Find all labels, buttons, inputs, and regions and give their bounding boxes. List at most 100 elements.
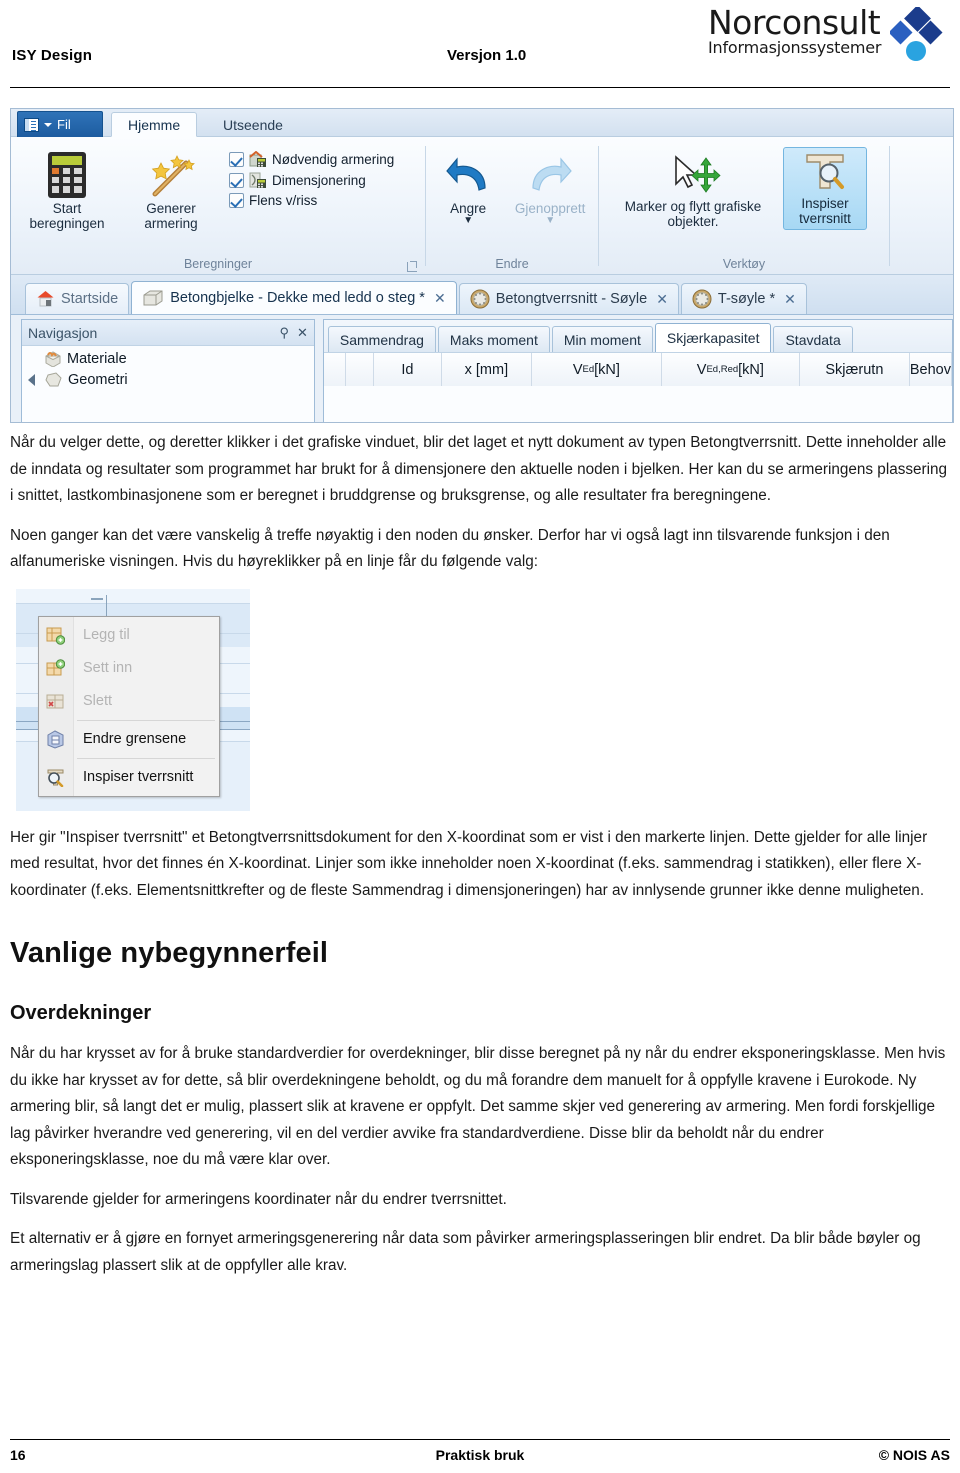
chevron-down-icon: [44, 122, 52, 127]
result-grid-header-row: Id x [mm] V Ed [kN] V Ed,Red [kN] Skjærutn…: [323, 352, 952, 386]
dialog-launcher-icon[interactable]: [407, 261, 417, 272]
nav-item-geometri[interactable]: Geometri: [22, 367, 314, 388]
ribbon-tab-hjemme[interactable]: Hjemme: [111, 112, 198, 137]
document-tab-betongtverrsnitt-soyle-label: Betongtverrsnitt - Søyle: [495, 291, 648, 307]
redo-button[interactable]: Gjenopprett ▼: [506, 145, 594, 226]
checkbox-row-dimensjonering[interactable]: Dimensjonering: [229, 172, 394, 189]
page-header: ISY Design Versjon 1.0 Norconsult Inform…: [10, 0, 950, 88]
ribbon-tabstrip: Fil Hjemme Utseende: [11, 109, 953, 137]
grid-tab-maks-moment[interactable]: Maks moment: [437, 326, 550, 352]
grid-column-x-mm[interactable]: x [mm]: [442, 353, 532, 386]
checkbox-flens-vriss[interactable]: [229, 193, 244, 208]
required-reinforcement-icon: [249, 151, 266, 167]
header-product-title: ISY Design: [12, 47, 93, 64]
menu-item-sett-inn-label: Sett inn: [83, 660, 133, 676]
menu-item-legg-til[interactable]: Legg til: [39, 619, 219, 652]
checkbox-nodvendig-armering[interactable]: [229, 152, 244, 167]
start-calculation-button[interactable]: Start beregningen: [15, 145, 119, 231]
ribbon-group-beregninger: Start beregningen Generer armering Nødve…: [11, 137, 425, 274]
document-tab-startside[interactable]: Startside: [25, 283, 130, 314]
add-row-icon: [46, 627, 65, 645]
document-tab-betongtverrsnitt-soyle[interactable]: Betongtverrsnitt - Søyle ✕: [458, 283, 679, 314]
menu-item-slett-label: Slett: [83, 693, 113, 709]
close-icon[interactable]: ✕: [784, 291, 796, 308]
house-icon: [37, 291, 54, 307]
checkbox-row-flens-vriss[interactable]: Flens v/riss: [229, 193, 394, 208]
menu-item-endre-grensene[interactable]: Endre grensene: [39, 723, 219, 756]
document-tab-t-soyle[interactable]: T-søyle * ✕: [680, 283, 807, 314]
checkbox-dimensjonering[interactable]: [229, 173, 244, 188]
navigation-panel: Navigasjon ⚲ ✕ Materiale Geometri: [21, 319, 315, 422]
menu-separator-1: [77, 719, 215, 721]
result-grid-tabs: Sammendrag Maks moment Min moment Skjærk…: [323, 320, 952, 352]
undo-icon: [445, 149, 491, 201]
select-move-label-1: Marker og flytt grafiske: [624, 199, 762, 214]
grid-column-ved-kn[interactable]: V Ed [kN]: [532, 353, 662, 386]
menu-item-sett-inn[interactable]: Sett inn: [39, 652, 219, 685]
file-menu-button[interactable]: Fil: [17, 111, 103, 137]
material-icon: [45, 351, 61, 367]
logo-diamond-icon: [890, 7, 943, 61]
undo-button[interactable]: Angre ▼: [430, 145, 506, 226]
ribbon-group-endre: Angre ▼ Gjenopprett ▼ Endre: [426, 137, 598, 274]
inspect-section-button[interactable]: Inspiser tverrsnitt: [783, 147, 867, 230]
document-body: Når du velger dette, og deretter klikker…: [8, 430, 952, 1292]
start-calculation-label-1: Start: [52, 201, 82, 216]
checkbox-row-nodvendig-armering[interactable]: Nødvendig armering: [229, 151, 394, 168]
nav-item-materiale[interactable]: Materiale: [22, 346, 314, 367]
context-menu: Legg til Sett inn Slett Endre grensene I…: [38, 615, 220, 797]
navigation-panel-title: Navigasjon: [28, 324, 98, 341]
expander-triangle-icon[interactable]: [28, 373, 35, 386]
close-icon[interactable]: ✕: [434, 290, 446, 307]
undo-dropdown-icon[interactable]: ▼: [463, 216, 473, 226]
inspect-section-label-1: Inspiser: [801, 196, 849, 211]
menu-separator-2: [77, 757, 215, 759]
grid-column-behov[interactable]: Behov: [910, 353, 952, 386]
page-footer: 16 Praktisk bruk © NOIS AS: [10, 1439, 950, 1463]
ribbon-tab-utseende[interactable]: Utseende: [207, 112, 299, 137]
footer-page-number: 16: [10, 1447, 26, 1463]
checkbox-label-nodvendig-armering: Nødvendig armering: [272, 152, 395, 167]
ribbon-tab-hjemme-label: Hjemme: [128, 116, 181, 133]
document-tab-startside-label: Startside: [61, 291, 119, 307]
paragraph-3: Her gir "Inspiser tverrsnitt" et Betongt…: [10, 828, 928, 899]
app-content-area: Navigasjon ⚲ ✕ Materiale Geometri Sammen…: [11, 315, 953, 422]
generate-reinforcement-label-2: armering: [144, 216, 198, 231]
grid-column-ved-red-kn[interactable]: V Ed,Red [kN]: [662, 353, 800, 386]
footer-section-title: Praktisk bruk: [435, 1447, 525, 1463]
inspect-section-icon: [801, 148, 849, 196]
logo-tagline: Informasjonssystemer: [708, 38, 882, 57]
menu-item-inspiser-tverrsnitt[interactable]: Inspiser tverrsnitt: [39, 761, 219, 794]
menu-item-slett[interactable]: Slett: [39, 685, 219, 718]
close-icon[interactable]: ✕: [656, 291, 668, 308]
logo-wordmark: Norconsult Informasjonssystemer: [708, 6, 881, 57]
undo-label: Angre: [450, 201, 487, 216]
nav-item-geometri-label: Geometri: [68, 371, 128, 388]
redo-icon: [527, 149, 573, 201]
insert-row-icon: [46, 658, 65, 675]
select-move-graphics-button[interactable]: Marker og flytt grafiske objekter.: [603, 145, 783, 229]
grid-tab-skjaerkapasitet[interactable]: Skjærkapasitet: [654, 323, 772, 352]
beregninger-checkbox-list: Nødvendig armering Dimensjonering Flens …: [223, 145, 402, 208]
grid-tab-stavdata[interactable]: Stavdata: [773, 326, 853, 352]
generate-reinforcement-button[interactable]: Generer armering: [119, 145, 223, 231]
document-tab-betongbjelke[interactable]: Betongbjelke - Dekke med ledd o steg * ✕: [131, 281, 457, 314]
grid-tab-sammendrag[interactable]: Sammendrag: [327, 326, 436, 352]
document-tab-betongbjelke-label: Betongbjelke - Dekke med ledd o steg *: [170, 290, 425, 306]
pin-icon[interactable]: ⚲: [279, 325, 289, 341]
checkbox-label-dimensjonering: Dimensjonering: [272, 173, 366, 188]
paragraph-2: Noen ganger kan det være vanskelig å tre…: [10, 526, 890, 571]
paragraph-1: Når du velger dette, og deretter klikker…: [10, 434, 948, 504]
redo-dropdown-icon[interactable]: ▼: [545, 216, 555, 226]
close-icon[interactable]: ✕: [297, 325, 308, 341]
ribbon-group-title-endre: Endre: [495, 257, 529, 271]
paragraph-6: Et alternativ er å gjøre en fornyet arme…: [10, 1230, 921, 1274]
grid-column-selector[interactable]: [324, 353, 346, 386]
grid-column-blank[interactable]: [346, 353, 374, 386]
grid-column-id[interactable]: Id: [374, 353, 442, 386]
grid-column-skjaerutn[interactable]: Skjærutn: [800, 353, 910, 386]
heading-vanlige-nybegynnerfeil: Vanlige nybegynnerfeil: [10, 937, 329, 969]
menu-item-legg-til-label: Legg til: [83, 627, 130, 643]
grid-tab-min-moment[interactable]: Min moment: [551, 326, 653, 352]
delete-row-icon: [46, 694, 64, 708]
